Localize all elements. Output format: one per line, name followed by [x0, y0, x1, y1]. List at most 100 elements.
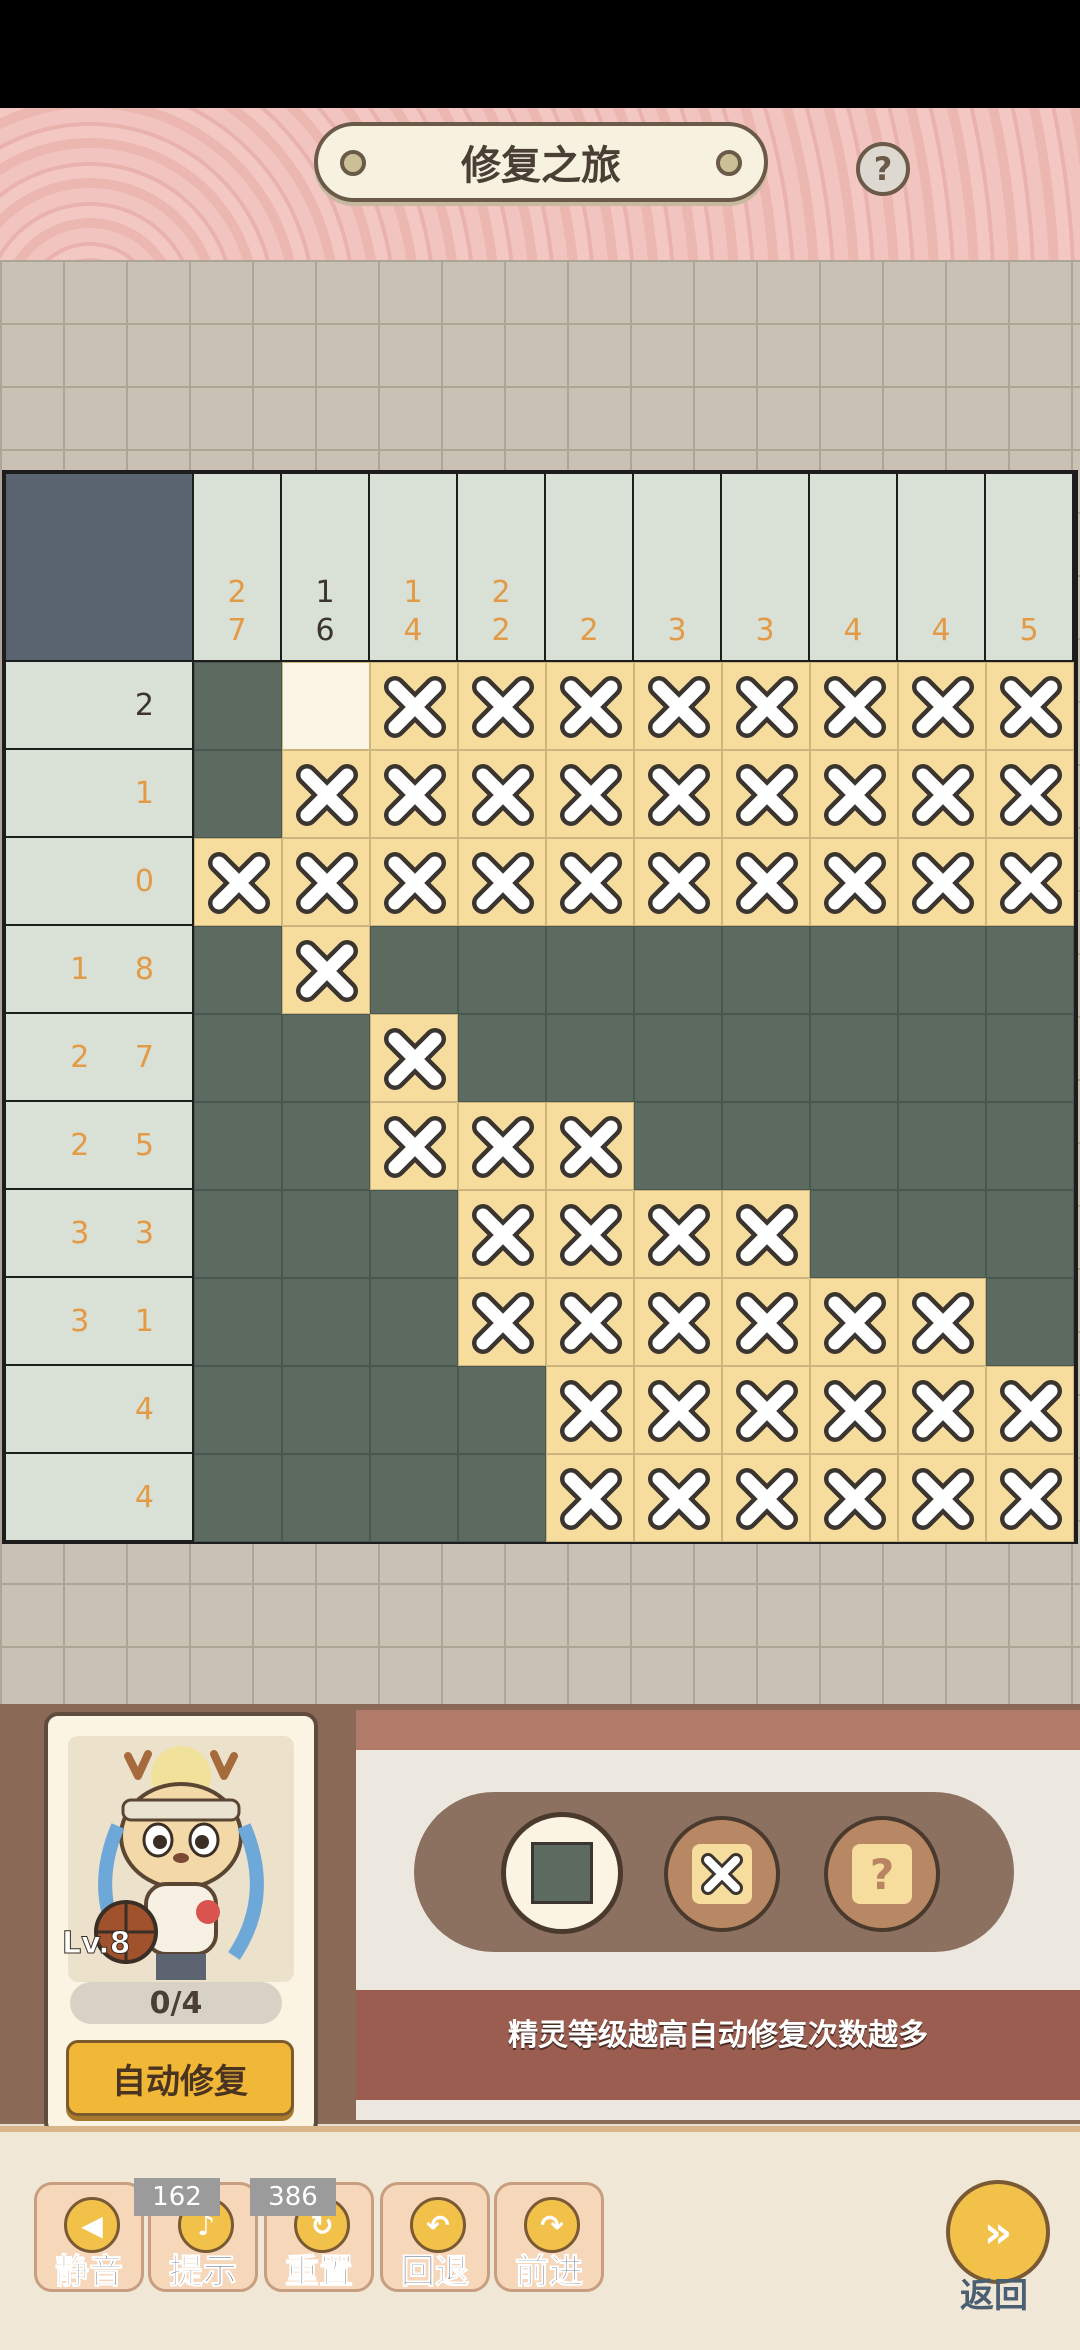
grid-cell-filled[interactable] [370, 1366, 458, 1454]
auto-repair-button[interactable]: 自动修复 [66, 2040, 294, 2116]
grid-cell-crossed[interactable] [282, 926, 370, 1014]
grid-cell-filled[interactable] [810, 1014, 898, 1102]
grid-cell-filled[interactable] [634, 1102, 722, 1190]
grid-cell-filled[interactable] [194, 1190, 282, 1278]
grid-cell-crossed[interactable] [810, 1366, 898, 1454]
grid-cell-filled[interactable] [986, 926, 1074, 1014]
grid-cell-crossed[interactable] [546, 1102, 634, 1190]
grid-cell-crossed[interactable] [634, 1190, 722, 1278]
grid-cell-filled[interactable] [898, 1190, 986, 1278]
grid-cell-crossed[interactable] [546, 838, 634, 926]
grid-cell-crossed[interactable] [634, 1366, 722, 1454]
grid-cell-crossed[interactable] [634, 838, 722, 926]
grid-cell-crossed[interactable] [458, 1190, 546, 1278]
grid-cell-filled[interactable] [370, 1190, 458, 1278]
grid-cell-filled[interactable] [194, 1366, 282, 1454]
grid-cell-crossed[interactable] [370, 838, 458, 926]
grid-cell-crossed[interactable] [898, 662, 986, 750]
grid-cell-crossed[interactable] [634, 662, 722, 750]
grid-cell-filled[interactable] [986, 1278, 1074, 1366]
grid-cell-filled[interactable] [898, 1014, 986, 1102]
grid-cell-crossed[interactable] [370, 1014, 458, 1102]
grid-cell-crossed[interactable] [722, 662, 810, 750]
grid-cell-empty[interactable] [282, 662, 370, 750]
grid-cell-filled[interactable] [810, 926, 898, 1014]
grid-cell-crossed[interactable] [722, 1454, 810, 1542]
grid-cell-filled[interactable] [458, 926, 546, 1014]
grid-cell-crossed[interactable] [546, 750, 634, 838]
grid-cell-filled[interactable] [810, 1190, 898, 1278]
grid-cell-filled[interactable] [194, 750, 282, 838]
question-icon[interactable]: ? [856, 142, 910, 196]
mute-button[interactable]: ◀ 静音 [34, 2182, 144, 2293]
grid-cell-crossed[interactable] [282, 838, 370, 926]
cross-tool-button[interactable] [664, 1816, 780, 1932]
grid-cell-filled[interactable] [194, 662, 282, 750]
grid-cell-crossed[interactable] [810, 1454, 898, 1542]
grid-cell-crossed[interactable] [722, 1278, 810, 1366]
grid-cell-crossed[interactable] [810, 838, 898, 926]
grid-cell-filled[interactable] [458, 1366, 546, 1454]
grid-cell-crossed[interactable] [810, 662, 898, 750]
fill-tool-button[interactable] [501, 1812, 623, 1934]
grid-cell-crossed[interactable] [194, 838, 282, 926]
undo-button[interactable]: ↶ 回退 [380, 2182, 490, 2293]
grid-cell-filled[interactable] [722, 1014, 810, 1102]
grid-cell-crossed[interactable] [634, 1454, 722, 1542]
grid-cell-filled[interactable] [986, 1190, 1074, 1278]
grid-cell-filled[interactable] [370, 1454, 458, 1542]
grid-cell-filled[interactable] [810, 1102, 898, 1190]
grid-cell-crossed[interactable] [634, 750, 722, 838]
grid-cell-crossed[interactable] [458, 1278, 546, 1366]
grid-cell-filled[interactable] [986, 1102, 1074, 1190]
grid-cell-crossed[interactable] [370, 1102, 458, 1190]
grid-cell-filled[interactable] [194, 1454, 282, 1542]
grid-cell-crossed[interactable] [898, 750, 986, 838]
grid-cell-filled[interactable] [370, 926, 458, 1014]
grid-cell-filled[interactable] [458, 1014, 546, 1102]
grid-cell-crossed[interactable] [986, 1454, 1074, 1542]
grid-cell-filled[interactable] [282, 1102, 370, 1190]
grid-cell-crossed[interactable] [722, 750, 810, 838]
grid-cell-filled[interactable] [194, 1278, 282, 1366]
grid-cell-filled[interactable] [898, 926, 986, 1014]
grid-cell-crossed[interactable] [810, 750, 898, 838]
grid-cell-crossed[interactable] [986, 662, 1074, 750]
grid-cell-crossed[interactable] [282, 750, 370, 838]
grid-cell-crossed[interactable] [546, 1278, 634, 1366]
grid-cell-crossed[interactable] [370, 750, 458, 838]
grid-cell-filled[interactable] [282, 1014, 370, 1102]
grid-cell-filled[interactable] [546, 926, 634, 1014]
grid-cell-filled[interactable] [194, 1102, 282, 1190]
hint-tool-button[interactable]: ? [824, 1816, 940, 1932]
grid-cell-crossed[interactable] [986, 838, 1074, 926]
grid-cell-filled[interactable] [194, 926, 282, 1014]
grid-cell-crossed[interactable] [370, 662, 458, 750]
grid-cell-filled[interactable] [634, 926, 722, 1014]
grid-cell-crossed[interactable] [546, 662, 634, 750]
grid-cell-crossed[interactable] [722, 1190, 810, 1278]
grid-cell-filled[interactable] [458, 1454, 546, 1542]
grid-cell-filled[interactable] [370, 1278, 458, 1366]
grid-cell-crossed[interactable] [458, 838, 546, 926]
grid-cell-filled[interactable] [986, 1014, 1074, 1102]
grid-cell-crossed[interactable] [810, 1278, 898, 1366]
grid-cell-filled[interactable] [634, 1014, 722, 1102]
grid-cell-filled[interactable] [898, 1102, 986, 1190]
grid-cell-filled[interactable] [546, 1014, 634, 1102]
grid-cell-filled[interactable] [282, 1454, 370, 1542]
grid-cell-filled[interactable] [282, 1190, 370, 1278]
grid-cell-filled[interactable] [194, 1014, 282, 1102]
grid-cell-crossed[interactable] [986, 750, 1074, 838]
grid-cell-filled[interactable] [282, 1366, 370, 1454]
grid-cell-crossed[interactable] [898, 838, 986, 926]
grid-cell-filled[interactable] [722, 926, 810, 1014]
grid-cell-crossed[interactable] [458, 750, 546, 838]
grid-cell-crossed[interactable] [546, 1366, 634, 1454]
grid-cell-crossed[interactable] [898, 1454, 986, 1542]
grid-cell-crossed[interactable] [986, 1366, 1074, 1454]
grid-cell-crossed[interactable] [898, 1278, 986, 1366]
grid-cell-crossed[interactable] [722, 1366, 810, 1454]
grid-cell-crossed[interactable] [634, 1278, 722, 1366]
grid-cell-filled[interactable] [282, 1278, 370, 1366]
